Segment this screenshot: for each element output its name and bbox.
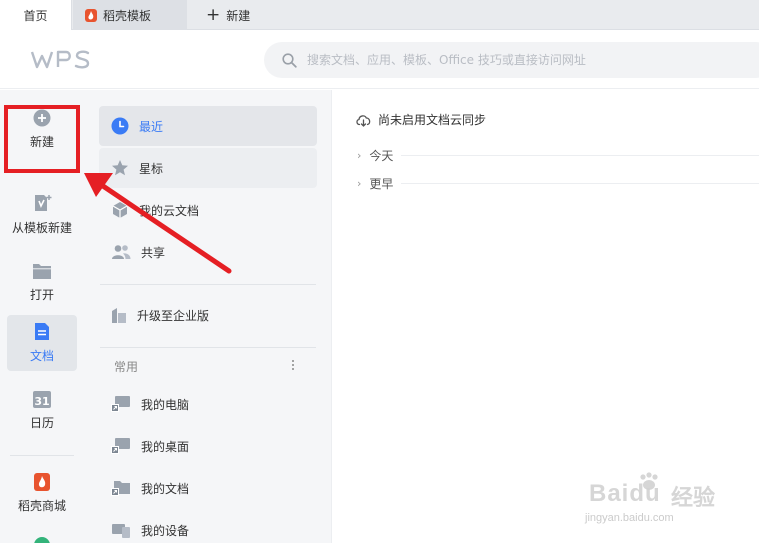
watermark-cn: 经验	[671, 486, 716, 511]
paw-icon	[640, 472, 658, 490]
baidu-watermark: Baidu 经验 jingyan.baidu.com	[583, 470, 759, 540]
watermark-url: jingyan.baidu.com	[585, 512, 674, 524]
annotation-arrow	[84, 173, 232, 274]
